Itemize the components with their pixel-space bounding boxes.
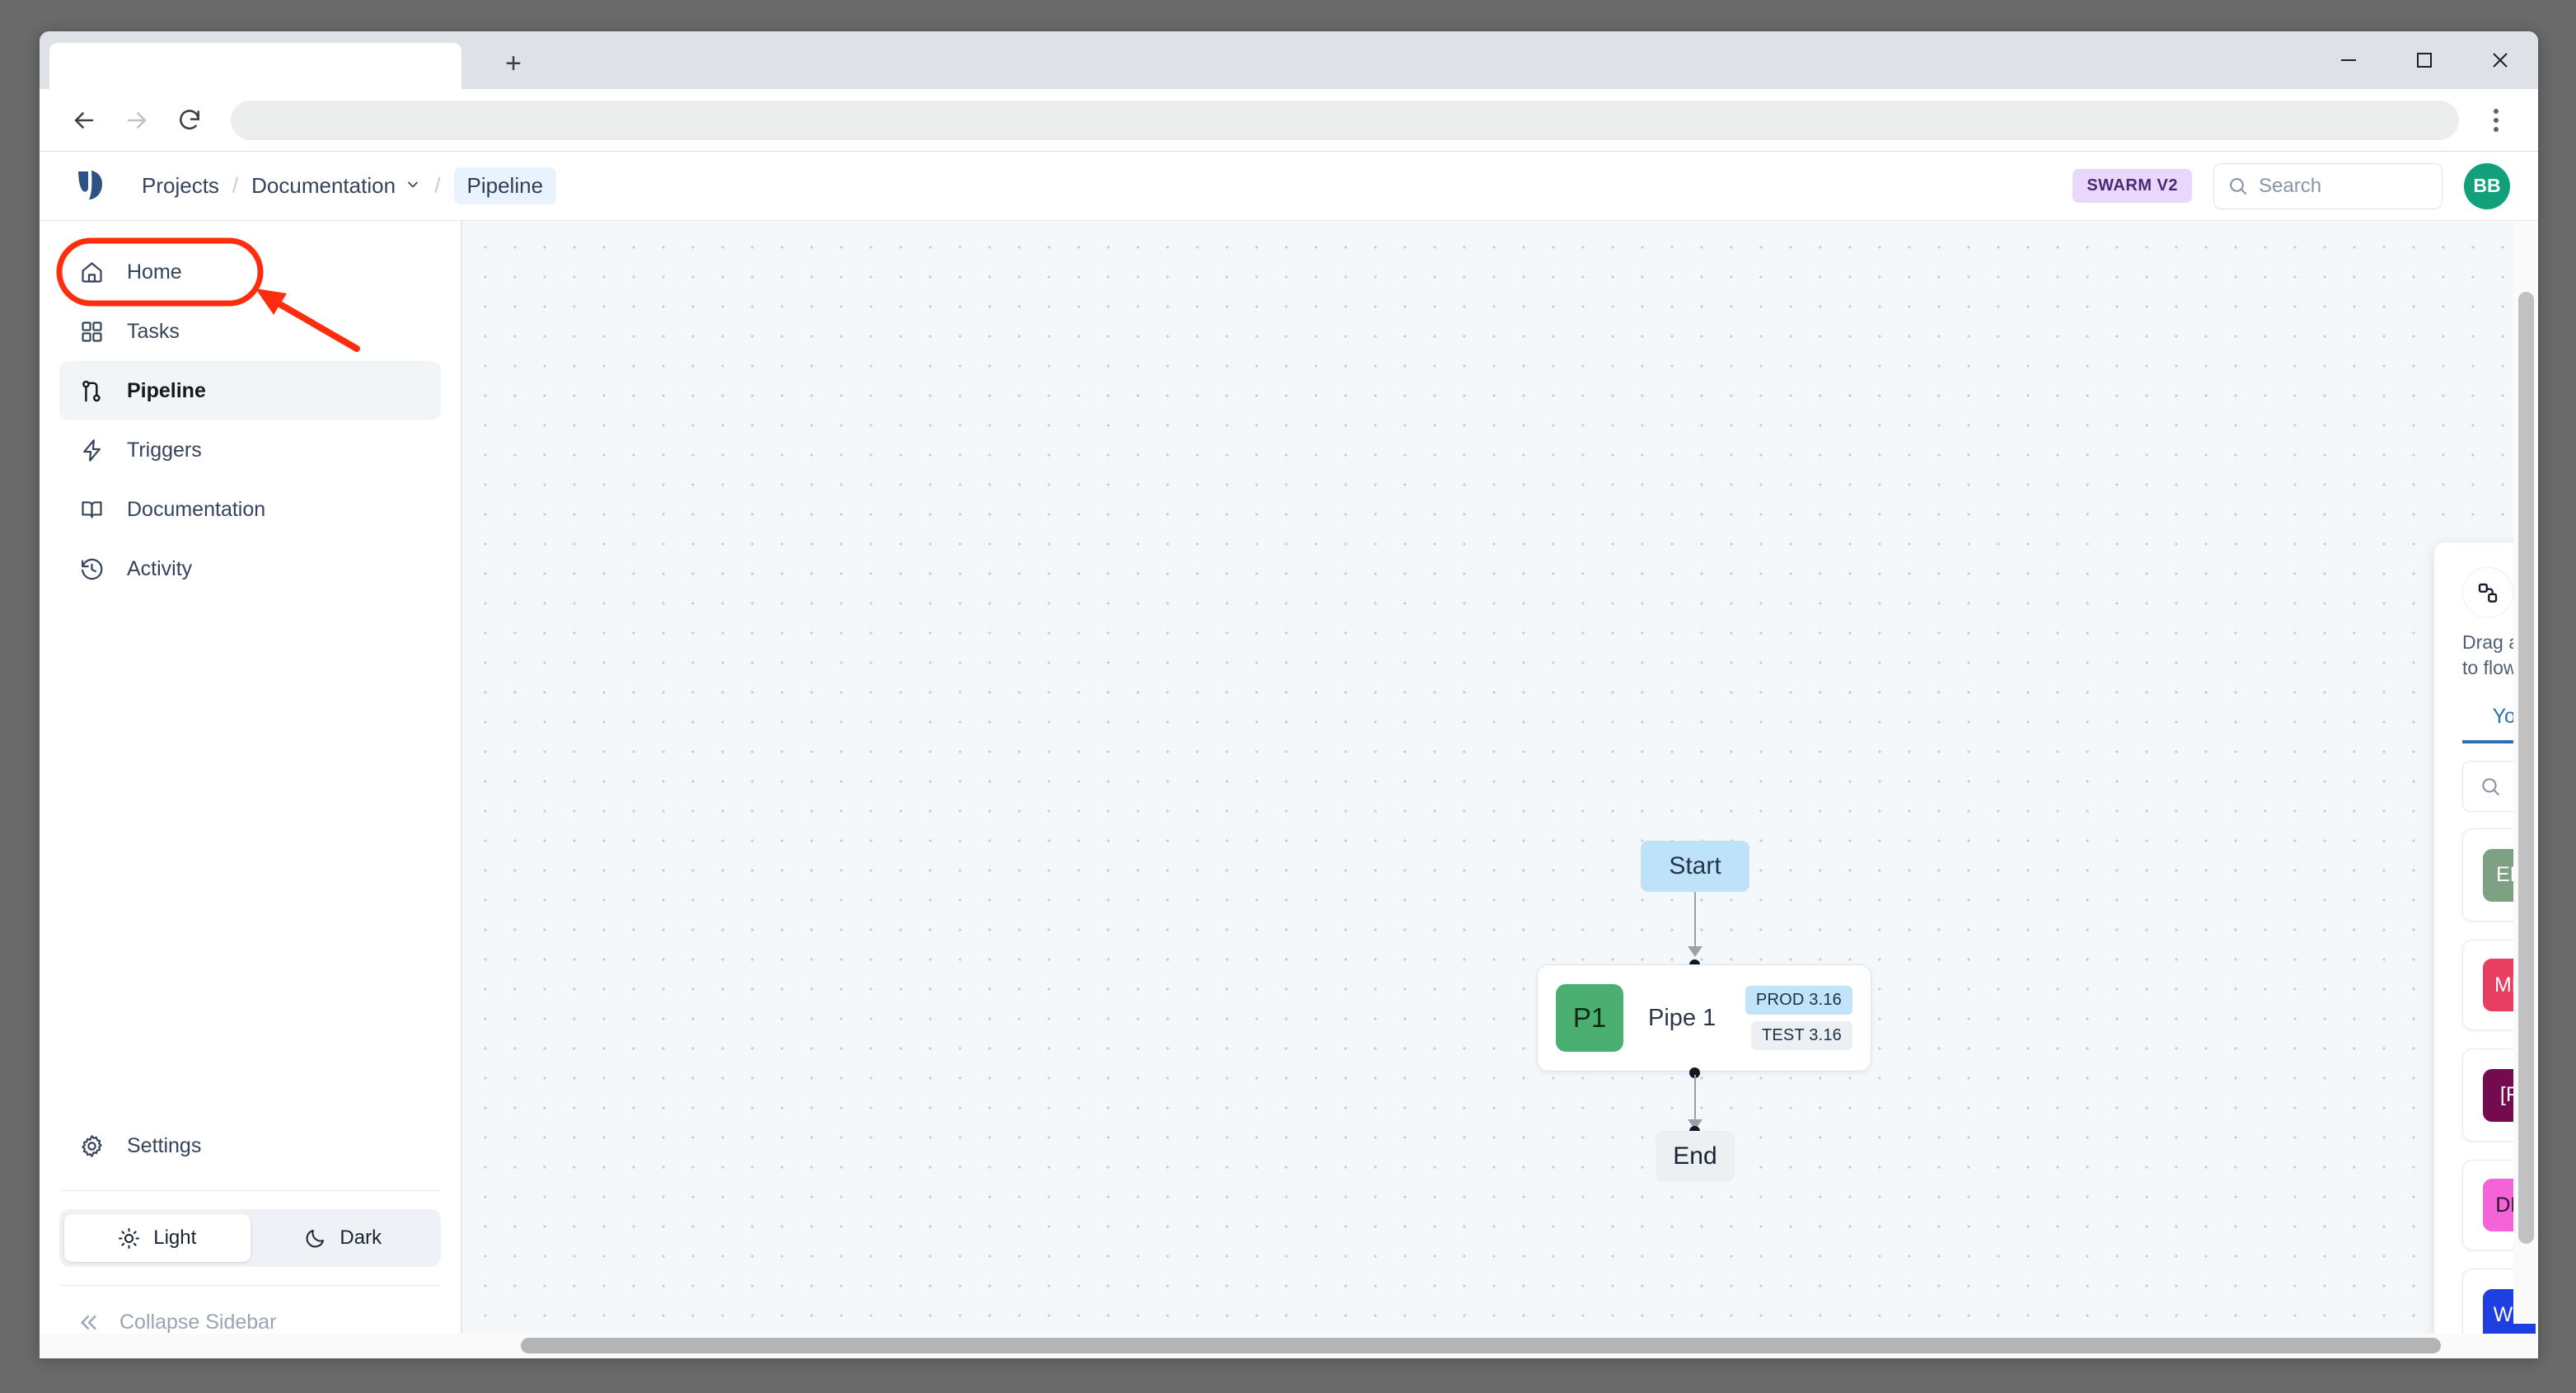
back-arrow-icon — [70, 106, 98, 134]
edge-pipe-to-end — [1694, 1075, 1696, 1126]
sidebar-item-pipeline[interactable]: Pipeline — [59, 361, 441, 420]
maximize-icon — [2414, 49, 2435, 71]
sidebar-item-label: Settings — [127, 1134, 201, 1158]
close-button[interactable] — [2462, 31, 2538, 89]
new-tab-label: + — [505, 49, 522, 77]
breadcrumb-separator-2: / — [434, 173, 440, 199]
node-avatar: P1 — [1556, 984, 1623, 1052]
sun-icon — [118, 1227, 140, 1250]
theme-option-light[interactable]: Light — [64, 1214, 251, 1262]
app-body: Home Tasks Pipeline — [40, 221, 2538, 1358]
minimize-icon — [2338, 49, 2359, 71]
browser-window: + — [40, 31, 2538, 1358]
node-tag-prod: PROD 3.16 — [1745, 986, 1852, 1015]
lightning-bolt-icon — [77, 436, 105, 464]
canvas-dot-grid — [462, 221, 2538, 1358]
forward-arrow-icon — [123, 106, 151, 134]
node-tag-test: TEST 3.16 — [1751, 1021, 1852, 1050]
sidebar: Home Tasks Pipeline — [40, 221, 461, 1358]
theme-option-dark[interactable]: Dark — [251, 1214, 437, 1262]
double-chevron-left-icon — [77, 1311, 100, 1334]
grid-squares-icon — [77, 317, 105, 345]
open-book-icon — [77, 495, 105, 523]
forward-button[interactable] — [110, 94, 163, 147]
address-bar[interactable] — [231, 101, 2459, 140]
pipeline-branch-icon — [77, 377, 105, 405]
theme-toggle[interactable]: Light Dark — [59, 1209, 441, 1267]
sidebar-item-tasks[interactable]: Tasks — [59, 302, 441, 361]
node-start[interactable]: Start — [1641, 841, 1749, 892]
gear-icon — [77, 1132, 105, 1160]
browser-toolbar — [40, 89, 2538, 152]
close-icon — [2489, 49, 2511, 71]
maximize-button[interactable] — [2386, 31, 2462, 89]
sidebar-item-label: Pipeline — [127, 379, 206, 403]
chevron-down-icon[interactable] — [405, 176, 421, 193]
page-horizontal-scrollbar[interactable] — [40, 1334, 2538, 1358]
sidebar-item-label: Triggers — [127, 439, 202, 462]
app-header: Projects / Documentation / Pipeline SWAR… — [40, 152, 2538, 221]
desktop-background: + — [0, 0, 2576, 1393]
page-horizontal-scroll-thumb[interactable] — [521, 1338, 2441, 1353]
theme-option-dark-label: Dark — [340, 1226, 382, 1250]
page-vertical-scrollbar[interactable] — [2513, 221, 2538, 1324]
avatar[interactable]: BB — [2464, 163, 2510, 209]
edge-start-to-pipe — [1694, 892, 1696, 951]
theme-option-light-label: Light — [153, 1226, 196, 1250]
browser-tab[interactable] — [49, 43, 461, 91]
back-button[interactable] — [58, 94, 110, 147]
sidebar-item-label: Tasks — [127, 320, 180, 344]
home-icon — [77, 258, 105, 286]
global-search-input[interactable]: Search — [2213, 163, 2443, 209]
browser-tab-strip: + — [40, 31, 2538, 89]
breadcrumb-documentation[interactable]: Documentation — [251, 173, 421, 199]
reload-icon — [176, 107, 203, 134]
sidebar-item-label: Activity — [127, 557, 192, 581]
flows-nodes-icon — [2462, 567, 2513, 618]
reload-button[interactable] — [163, 94, 216, 147]
divider — [59, 1190, 441, 1191]
header-actions: SWARM V2 Search BB — [2073, 163, 2510, 209]
sidebar-item-documentation[interactable]: Documentation — [59, 480, 441, 539]
pipeline-canvas[interactable]: Start P1 Pipe 1 PROD 3.16 TEST 3.16 End — [461, 221, 2538, 1358]
search-icon — [2480, 776, 2501, 797]
global-search-placeholder: Search — [2259, 175, 2321, 198]
sidebar-item-triggers[interactable]: Triggers — [59, 420, 441, 480]
browser-menu-button[interactable] — [2472, 96, 2520, 144]
clock-history-icon — [77, 555, 105, 583]
sidebar-nav: Home Tasks Pipeline — [40, 221, 461, 598]
breadcrumb-documentation-label: Documentation — [251, 173, 396, 198]
sidebar-item-home[interactable]: Home — [59, 242, 441, 302]
node-pipe-1[interactable]: P1 Pipe 1 PROD 3.16 TEST 3.16 — [1537, 964, 1871, 1072]
edge-arrowhead — [1688, 946, 1703, 957]
new-tab-button[interactable]: + — [491, 43, 536, 84]
breadcrumb: Projects / Documentation / Pipeline — [142, 167, 556, 204]
breadcrumb-separator: / — [232, 173, 238, 199]
breadcrumb-projects[interactable]: Projects — [142, 173, 219, 199]
moon-icon — [304, 1227, 326, 1250]
sidebar-footer: Settings Light Dark — [40, 1116, 461, 1358]
search-icon — [2227, 176, 2248, 196]
kebab-menu-icon — [2494, 109, 2499, 114]
swarm-version-badge: SWARM V2 — [2073, 169, 2192, 203]
node-title: Pipe 1 — [1648, 1005, 1716, 1032]
unmand-leaf-logo — [74, 169, 109, 204]
sidebar-item-settings[interactable]: Settings — [59, 1116, 441, 1175]
page-vertical-scroll-thumb[interactable] — [2518, 292, 2534, 1244]
node-end[interactable]: End — [1656, 1131, 1735, 1182]
node-tags: PROD 3.16 TEST 3.16 — [1745, 986, 1852, 1050]
minimize-button[interactable] — [2311, 31, 2386, 89]
sidebar-item-activity[interactable]: Activity — [59, 539, 441, 598]
window-controls — [2311, 31, 2538, 89]
collapse-sidebar-label: Collapse Sidebar — [119, 1311, 276, 1334]
breadcrumb-pipeline[interactable]: Pipeline — [454, 167, 557, 204]
sidebar-item-label: Home — [127, 260, 182, 284]
sidebar-item-label: Documentation — [127, 498, 265, 522]
